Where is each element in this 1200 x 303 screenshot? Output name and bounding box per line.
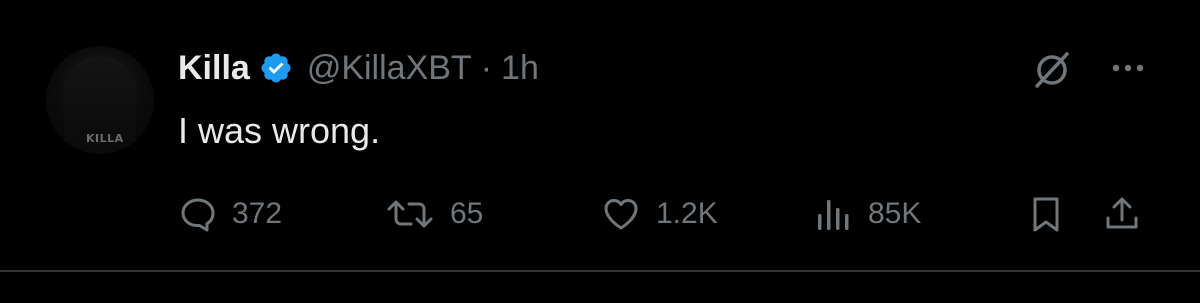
comment-bubble-icon xyxy=(178,194,218,234)
tweet-timestamp[interactable]: 1h xyxy=(501,49,539,88)
bar-chart-icon xyxy=(814,194,854,234)
tweet-header: Killa @KillaXBT · 1h xyxy=(178,44,539,92)
verified-badge-icon[interactable] xyxy=(259,51,293,85)
tweet-top-actions xyxy=(1000,46,1200,90)
like-count: 1.2K xyxy=(656,197,718,230)
tweet-divider xyxy=(0,270,1200,272)
repost-button[interactable]: 65 xyxy=(384,192,483,236)
repost-arrows-icon xyxy=(384,194,436,234)
share-button[interactable] xyxy=(1102,192,1142,236)
repost-count: 65 xyxy=(450,197,484,230)
avatar[interactable]: KILLA xyxy=(46,46,154,154)
tweet-text: I was wrong. xyxy=(178,110,381,151)
views-count: 85K xyxy=(868,197,922,230)
more-dots-icon[interactable] xyxy=(1108,56,1148,80)
tweet-actions: 372 65 1.2K 85K xyxy=(0,192,1200,236)
grok-icon[interactable] xyxy=(1030,48,1074,92)
reply-button[interactable]: 372 xyxy=(178,192,282,236)
author-display-name[interactable]: Killa xyxy=(178,49,250,88)
tweet[interactable]: KILLA Killa @KillaXBT · 1h I was wrong. xyxy=(0,0,1200,270)
like-button[interactable]: 1.2K xyxy=(600,192,718,236)
bookmark-button[interactable] xyxy=(1026,192,1066,236)
reply-count: 372 xyxy=(232,197,283,230)
separator-dot: · xyxy=(480,48,493,87)
heart-icon xyxy=(600,194,642,234)
bookmark-icon xyxy=(1026,194,1066,234)
avatar-text: KILLA xyxy=(86,132,124,145)
views-button[interactable]: 85K xyxy=(814,192,921,236)
author-handle[interactable]: @KillaXBT xyxy=(307,49,472,88)
share-upload-icon xyxy=(1102,194,1142,234)
